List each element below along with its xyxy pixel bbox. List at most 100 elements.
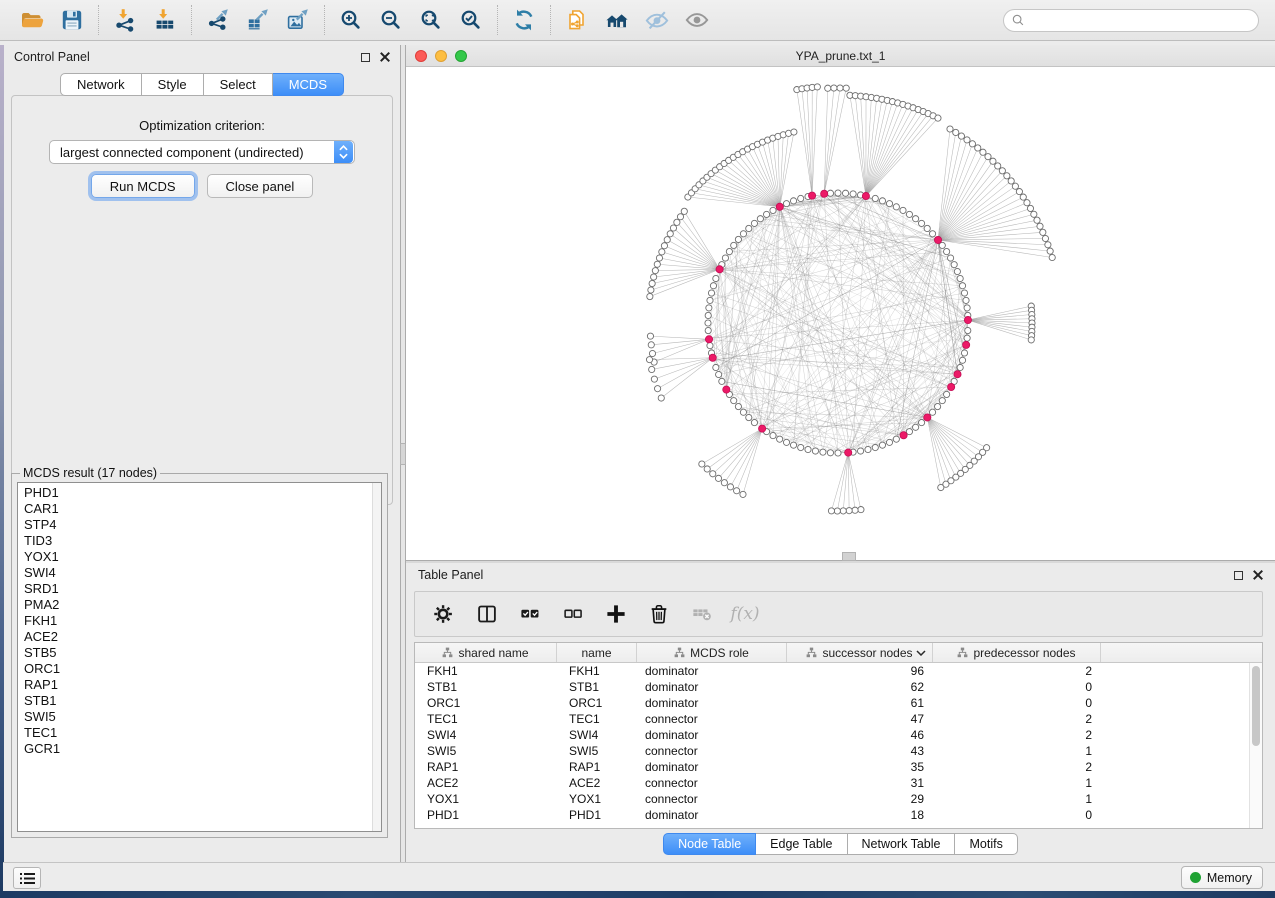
graph-mcds-hub-node[interactable]	[954, 371, 961, 378]
mcds-result-item[interactable]: CAR1	[24, 501, 371, 517]
task-history-button[interactable]	[13, 867, 41, 889]
tab-style[interactable]: Style	[142, 73, 204, 96]
window-maximize-button[interactable]	[455, 50, 467, 62]
table-scrollbar[interactable]	[1249, 663, 1262, 828]
graph-node[interactable]	[740, 409, 746, 415]
graph-node[interactable]	[713, 364, 719, 370]
graph-mcds-hub-node[interactable]	[964, 316, 971, 323]
graph-leaf-node[interactable]	[825, 85, 831, 91]
graph-node[interactable]	[886, 439, 892, 445]
graph-leaf-node[interactable]	[935, 115, 941, 121]
zoom-selected-button[interactable]	[455, 4, 487, 36]
graph-leaf-node[interactable]	[670, 225, 676, 231]
graph-leaf-node[interactable]	[1037, 223, 1043, 229]
graph-node[interactable]	[961, 290, 967, 296]
graph-leaf-node[interactable]	[652, 268, 658, 274]
graph-node[interactable]	[746, 414, 752, 420]
graph-node[interactable]	[913, 424, 919, 430]
graph-leaf-node[interactable]	[1020, 194, 1026, 200]
close-panel-button[interactable]: Close panel	[207, 174, 314, 198]
graph-leaf-node[interactable]	[852, 507, 858, 513]
graph-leaf-node[interactable]	[721, 480, 727, 486]
graph-leaf-node[interactable]	[1016, 188, 1022, 194]
graph-leaf-node[interactable]	[1027, 205, 1033, 211]
graph-node[interactable]	[740, 231, 746, 237]
graph-node[interactable]	[961, 350, 967, 356]
graph-leaf-node[interactable]	[1031, 211, 1037, 217]
columns-button[interactable]	[474, 601, 500, 627]
graph-leaf-node[interactable]	[674, 219, 680, 225]
graph-node[interactable]	[900, 207, 906, 213]
graph-leaf-node[interactable]	[814, 84, 820, 90]
table-row[interactable]: ACE2ACE2connector311	[415, 775, 1262, 791]
graph-leaf-node[interactable]	[834, 508, 840, 514]
mcds-result-item[interactable]: ORC1	[24, 661, 371, 677]
graph-leaf-node[interactable]	[953, 129, 959, 135]
tab-mcds[interactable]: MCDS	[273, 73, 344, 96]
result-list-scrollbar[interactable]	[372, 483, 381, 831]
mcds-result-item[interactable]: TID3	[24, 533, 371, 549]
mcds-result-item[interactable]: FKH1	[24, 613, 371, 629]
graph-leaf-node[interactable]	[969, 141, 975, 147]
graph-node[interactable]	[805, 446, 811, 452]
graph-node[interactable]	[918, 220, 924, 226]
graph-node[interactable]	[798, 444, 804, 450]
graph-leaf-node[interactable]	[938, 484, 944, 490]
close-table-panel-icon[interactable]	[1253, 570, 1263, 580]
graph-leaf-node[interactable]	[677, 214, 683, 220]
mcds-result-item[interactable]: STP4	[24, 517, 371, 533]
graph-node[interactable]	[707, 342, 713, 348]
export-network-button[interactable]	[202, 4, 234, 36]
graph-leaf-node[interactable]	[715, 475, 721, 481]
graph-leaf-node[interactable]	[710, 471, 716, 477]
graph-node[interactable]	[770, 432, 776, 438]
tab-edge-table[interactable]: Edge Table	[756, 833, 847, 855]
graph-leaf-node[interactable]	[999, 168, 1005, 174]
graph-node[interactable]	[929, 409, 935, 415]
graph-node[interactable]	[944, 391, 950, 397]
graph-node[interactable]	[719, 378, 725, 384]
duplicate-network-button[interactable]	[561, 4, 593, 36]
graph-leaf-node[interactable]	[740, 491, 746, 497]
graph-leaf-node[interactable]	[831, 85, 837, 91]
graph-leaf-node[interactable]	[1034, 217, 1040, 223]
graph-node[interactable]	[710, 283, 716, 289]
graph-mcds-hub-node[interactable]	[723, 386, 730, 393]
table-row[interactable]: PHD1PHD1dominator180	[415, 807, 1262, 823]
graph-node[interactable]	[924, 225, 930, 231]
add-button[interactable]	[603, 601, 629, 627]
graph-node[interactable]	[959, 357, 965, 363]
graph-mcds-hub-node[interactable]	[948, 383, 955, 390]
graph-node[interactable]	[798, 195, 804, 201]
mcds-result-item[interactable]: PMA2	[24, 597, 371, 613]
table-row[interactable]: TEC1TEC1connector472	[415, 711, 1262, 727]
select-all-button[interactable]	[517, 601, 543, 627]
graph-node[interactable]	[857, 448, 863, 454]
column-header-MCDS-role[interactable]: MCDS role	[637, 643, 787, 662]
graph-mcds-hub-node[interactable]	[705, 336, 712, 343]
mcds-result-item[interactable]: YOX1	[24, 549, 371, 565]
graph-node[interactable]	[965, 327, 971, 333]
graph-leaf-node[interactable]	[654, 386, 660, 392]
graph-leaf-node[interactable]	[699, 461, 705, 467]
memory-button[interactable]: Memory	[1181, 866, 1263, 889]
graph-mcds-hub-node[interactable]	[709, 354, 716, 361]
graph-mcds-hub-node[interactable]	[716, 266, 723, 273]
graph-leaf-node[interactable]	[947, 126, 953, 132]
zoom-out-button[interactable]	[375, 4, 407, 36]
tab-node-table[interactable]: Node Table	[663, 833, 756, 855]
save-button[interactable]	[56, 4, 88, 36]
graph-node[interactable]	[705, 320, 711, 326]
graph-leaf-node[interactable]	[727, 484, 733, 490]
run-mcds-button[interactable]: Run MCDS	[91, 174, 195, 198]
graph-leaf-node[interactable]	[649, 350, 655, 356]
graph-leaf-node[interactable]	[649, 366, 655, 372]
graph-leaf-node[interactable]	[1047, 248, 1053, 254]
table-row[interactable]: STB1STB1dominator620	[415, 679, 1262, 695]
float-table-panel-icon[interactable]	[1234, 571, 1243, 580]
graph-node[interactable]	[872, 444, 878, 450]
graph-leaf-node[interactable]	[734, 488, 740, 494]
graph-node[interactable]	[707, 297, 713, 303]
graph-node[interactable]	[872, 195, 878, 201]
graph-leaf-node[interactable]	[1008, 178, 1014, 184]
